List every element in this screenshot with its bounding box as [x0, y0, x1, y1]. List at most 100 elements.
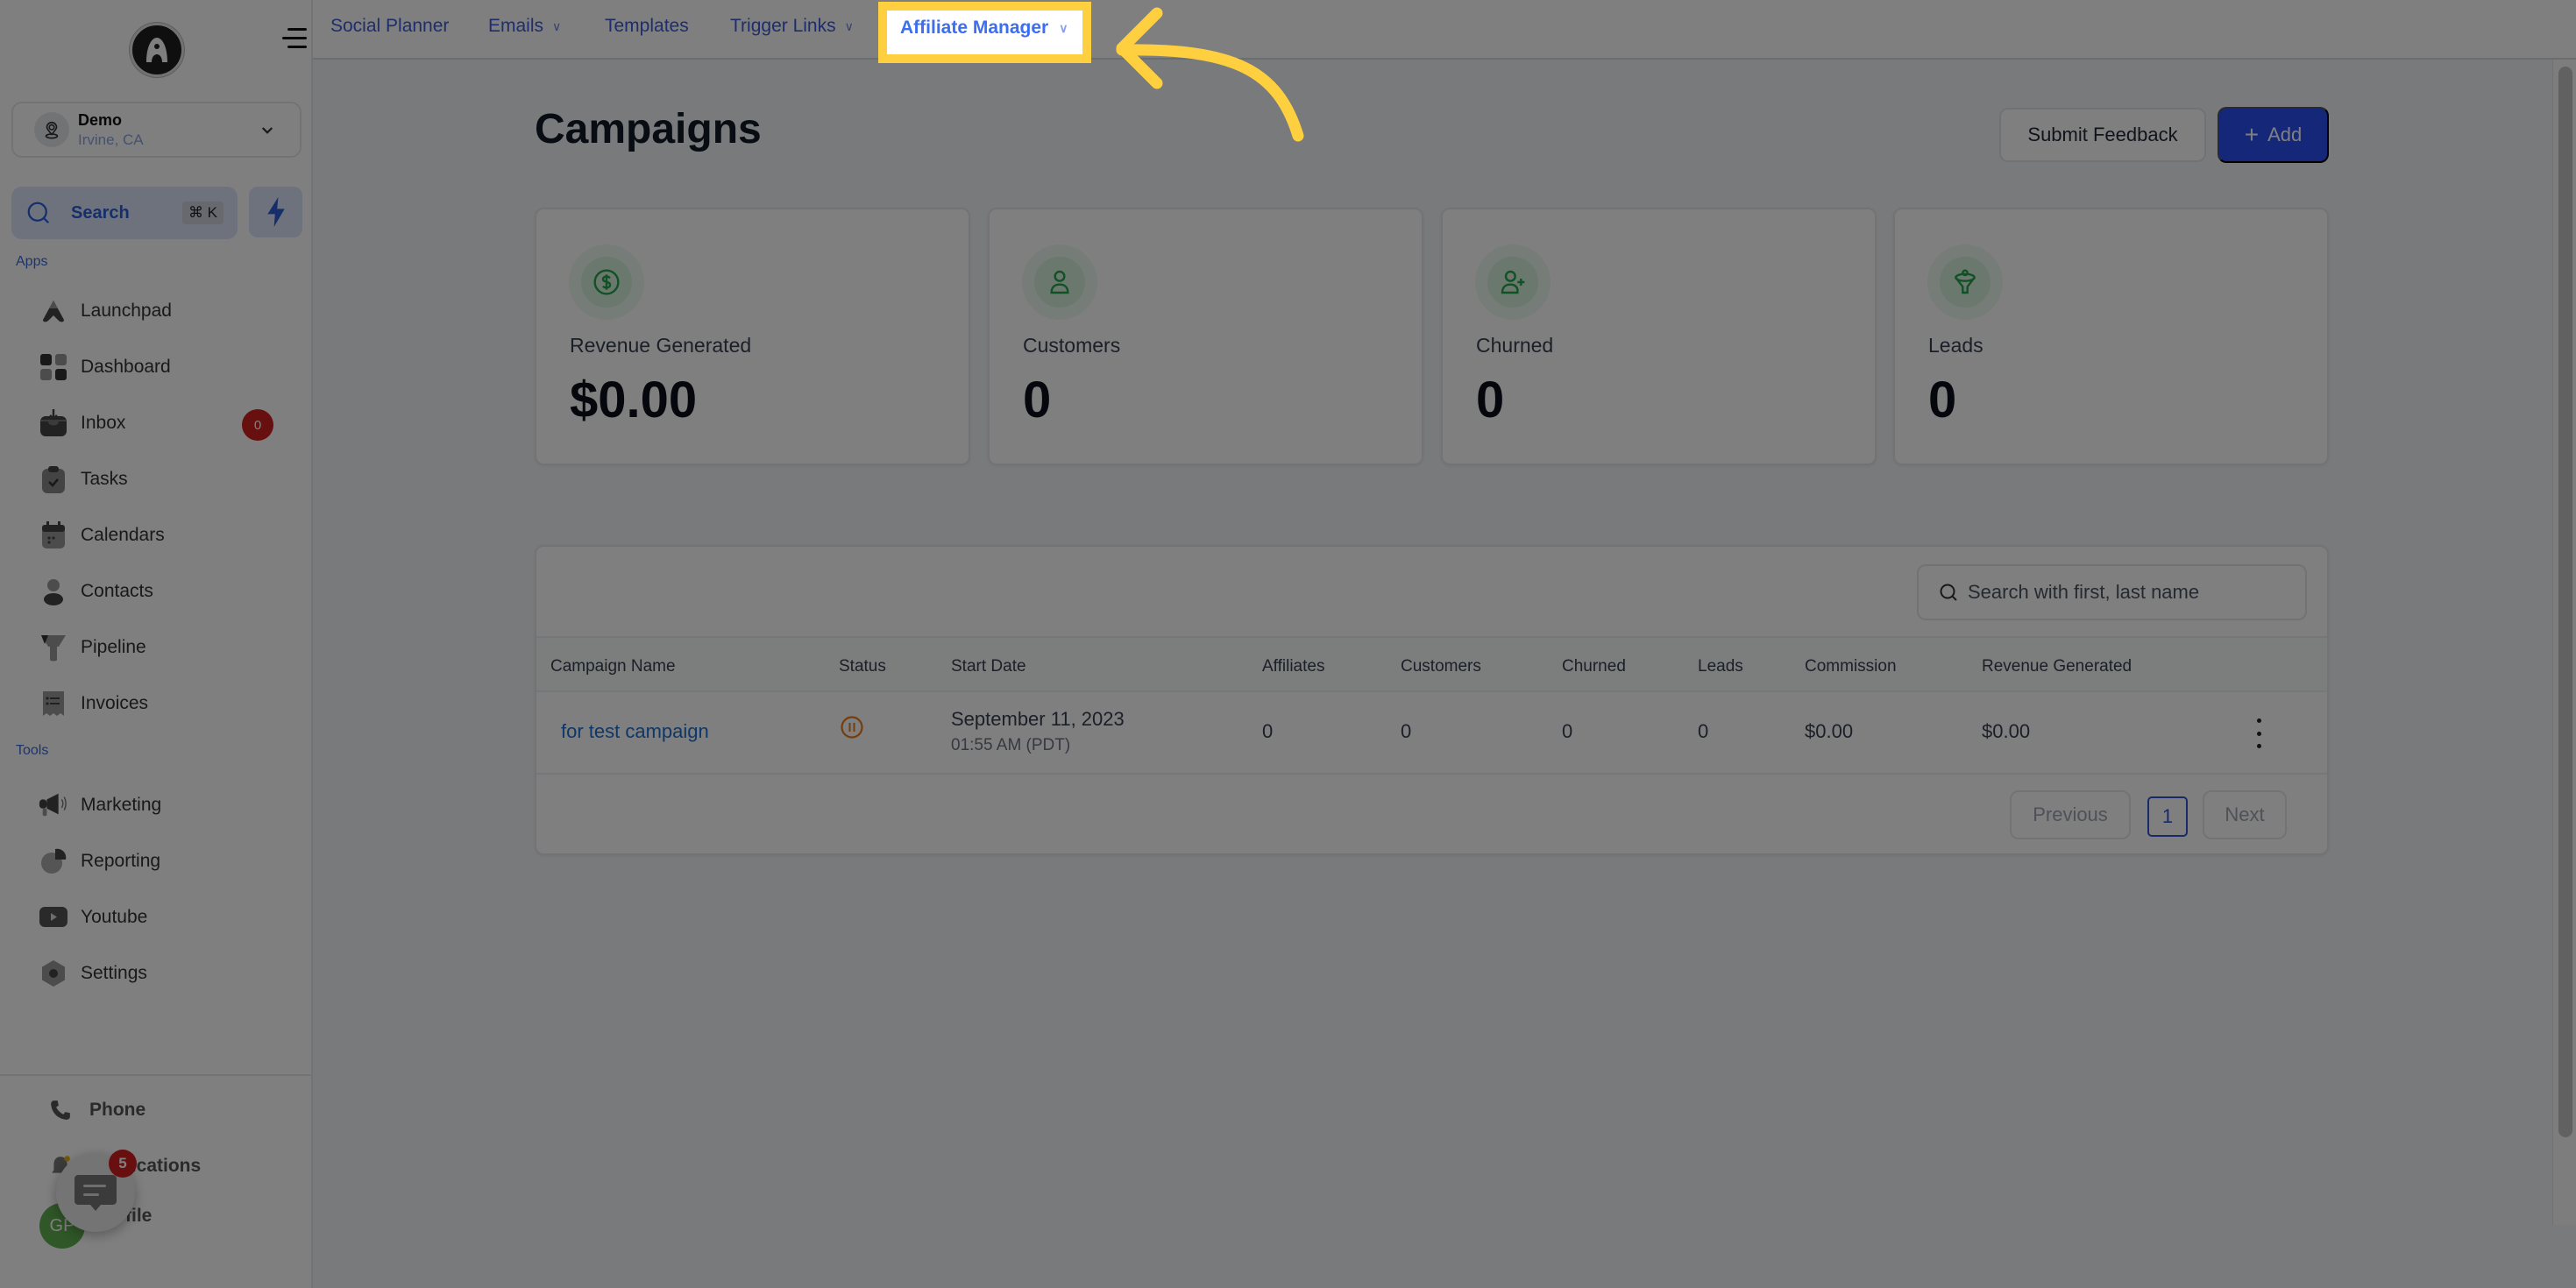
inbox-count-badge: 0 [242, 409, 273, 441]
chevron-down-icon: ∨ [844, 18, 854, 33]
sidebar-item-youtube[interactable]: Youtube [39, 900, 147, 935]
next-page-button[interactable]: Next [2203, 790, 2287, 839]
sidebar: Demo Irvine, CA Search ⌘ K Apps Launchpa… [0, 0, 313, 1288]
user-icon [1022, 244, 1097, 320]
revenue-value: $0.00 [1982, 720, 2031, 742]
sidebar-item-label: Settings [81, 963, 147, 983]
stat-label: Customers [1023, 334, 1121, 357]
column-header[interactable]: Affiliates [1262, 657, 1324, 676]
submit-feedback-button[interactable]: Submit Feedback [1999, 108, 2206, 162]
inbox-icon [39, 408, 68, 438]
sidebar-item-label: Marketing [81, 795, 162, 815]
account-location: Irvine, CA [78, 131, 144, 148]
stat-label: Leads [1928, 334, 1983, 357]
sidebar-collapse-button[interactable] [282, 26, 307, 51]
page-title: Campaigns [535, 106, 762, 152]
quick-actions-button[interactable] [249, 187, 302, 237]
stat-value: 0 [1928, 372, 1957, 428]
search-label: Search [71, 202, 130, 223]
sidebar-item-tasks[interactable]: Tasks [39, 462, 128, 497]
tab-label: Trigger Links [730, 16, 836, 36]
app-logo[interactable] [130, 23, 184, 77]
campaign-search-field[interactable] [1917, 564, 2307, 620]
sidebar-item-contacts[interactable]: Contacts [39, 574, 153, 609]
tools-section-label: Tools [16, 743, 49, 758]
receipt-icon [39, 689, 68, 718]
chevron-down-icon [261, 127, 273, 134]
menu-line [287, 46, 307, 48]
sidebar-item-inbox[interactable]: Inbox [39, 406, 125, 441]
column-header[interactable]: Leads [1698, 657, 1743, 676]
churned-count: 0 [1562, 720, 1573, 742]
campaign-search-input[interactable] [1968, 581, 2301, 604]
sidebar-item-marketing[interactable]: Marketing [39, 788, 161, 823]
sidebar-item-dashboard[interactable]: Dashboard [39, 350, 171, 385]
tab-emails[interactable]: Emails ∨ [488, 16, 561, 37]
sidebar-item-label: Tasks [81, 469, 128, 489]
chat-unread-badge: 5 [109, 1150, 137, 1178]
youtube-icon [39, 902, 68, 932]
location-pin-icon [34, 112, 69, 147]
sidebar-item-label: Calendars [81, 525, 165, 545]
stat-value: 0 [1476, 372, 1505, 428]
lightning-icon [266, 197, 285, 227]
chat-bubble-icon [75, 1175, 117, 1211]
stat-card-revenue: Revenue Generated $0.00 [535, 208, 970, 465]
column-header[interactable]: Start Date [951, 657, 1026, 676]
column-header[interactable]: Commission [1805, 657, 1897, 676]
sidebar-search-button[interactable]: Search ⌘ K [11, 187, 238, 239]
column-header[interactable]: Campaign Name [550, 657, 676, 676]
sidebar-item-settings[interactable]: Settings [39, 956, 147, 991]
campaign-name-link[interactable]: for test campaign [561, 720, 709, 743]
chevron-down-icon: ∨ [552, 18, 562, 33]
sidebar-item-phone[interactable]: Phone [49, 1099, 145, 1122]
account-switcher[interactable]: Demo Irvine, CA [11, 102, 302, 158]
dollar-icon [569, 244, 644, 320]
scrollbar-thumb[interactable] [2558, 67, 2572, 1137]
tab-social-planner[interactable]: Social Planner [330, 16, 449, 37]
sidebar-item-invoices[interactable]: Invoices [39, 686, 148, 721]
search-shortcut: ⌘ K [181, 202, 224, 224]
sidebar-item-label: Launchpad [81, 301, 172, 321]
calendar-icon [39, 520, 68, 550]
tab-templates[interactable]: Templates [605, 16, 689, 37]
table-header: Campaign Name Status Start Date Affiliat… [536, 636, 2327, 692]
top-navigation: Social Planner Emails ∨ Templates Trigger… [313, 0, 2576, 60]
column-header[interactable]: Status [839, 657, 886, 676]
sidebar-item-reporting[interactable]: Reporting [39, 844, 160, 879]
add-label: Add [2267, 124, 2303, 145]
page-number-button[interactable]: 1 [2147, 796, 2188, 837]
paused-status-icon [841, 716, 863, 739]
campaigns-table: Campaign Name Status Start Date Affiliat… [535, 545, 2329, 855]
search-icon [27, 202, 50, 224]
sidebar-item-pipeline[interactable]: Pipeline [39, 630, 146, 665]
stat-label: Revenue Generated [570, 334, 752, 357]
sidebar-item-launchpad[interactable]: Launchpad [39, 294, 172, 329]
table-row: for test campaign September 11, 2023 01:… [536, 692, 2327, 775]
sidebar-item-label: Pipeline [81, 637, 146, 657]
column-header[interactable]: Churned [1562, 657, 1626, 676]
row-actions-menu-icon[interactable] [2252, 718, 2266, 748]
apps-section-label: Apps [16, 254, 48, 269]
logo-a-icon [146, 38, 167, 62]
customers-count: 0 [1401, 720, 1412, 742]
tab-affiliate-manager[interactable]: Affiliate Manager ∨ [900, 18, 1068, 39]
column-header[interactable]: Customers [1401, 657, 1481, 676]
sidebar-divider [0, 1074, 313, 1076]
stat-card-leads: Leads 0 [1893, 208, 2329, 465]
previous-page-button[interactable]: Previous [2010, 790, 2131, 839]
page-scrollbar[interactable] [2552, 60, 2576, 1225]
sidebar-item-calendars[interactable]: Calendars [39, 518, 165, 553]
tab-label: Emails [488, 16, 544, 36]
column-header[interactable]: Revenue Generated [1982, 657, 2132, 676]
phone-icon [51, 1100, 70, 1120]
sidebar-item-label: Dashboard [81, 357, 171, 377]
stat-card-customers: Customers 0 [988, 208, 1423, 465]
add-campaign-button[interactable]: + Add [2218, 107, 2329, 163]
plus-icon: + [2244, 121, 2260, 148]
start-time: 01:55 AM (PDT) [951, 736, 1071, 754]
funnel-icon [1927, 244, 2003, 320]
tab-label: Social Planner [330, 16, 450, 36]
tab-trigger-links[interactable]: Trigger Links ∨ [730, 16, 854, 37]
search-icon [1940, 584, 1957, 601]
